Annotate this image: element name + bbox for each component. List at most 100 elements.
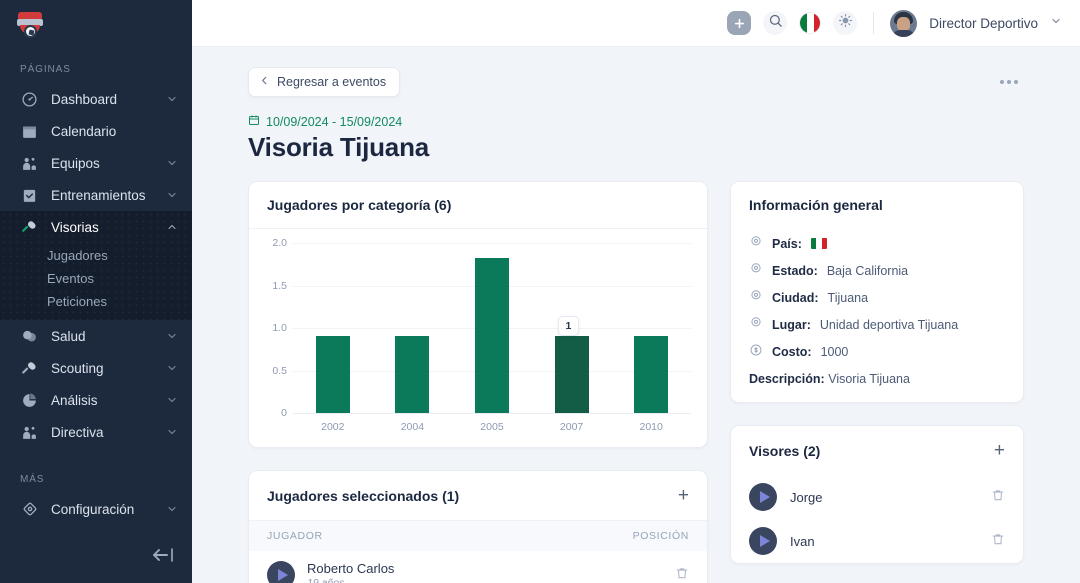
info-value-estado: Baja California (827, 264, 908, 278)
calendar-icon (248, 114, 260, 129)
sidebar-item-calendario[interactable]: Calendario (0, 115, 192, 147)
sidebar-group-entrenamientos: Entrenamientos (0, 179, 192, 211)
y-tick-label: 0.5 (272, 365, 287, 377)
x-tick-label: 2007 (532, 413, 612, 439)
chart-y-axis: 2.0 1.5 1.0 0.5 0 (259, 243, 291, 413)
players-card-title: Jugadores seleccionados (1) (267, 488, 459, 504)
user-name[interactable]: Director Deportivo (929, 16, 1038, 31)
back-row: Regresar a eventos (248, 47, 1024, 97)
info-row-lugar: Lugar: Unidad deportiva Tijuana (749, 311, 1005, 338)
player-name: Roberto Carlos (307, 561, 394, 576)
chevron-down-icon[interactable] (166, 93, 178, 105)
logo-wrapper[interactable] (0, 0, 192, 52)
sidebar: PÁGINAS Dashboard Calendario (0, 0, 192, 583)
sidebar-item-salud[interactable]: Salud (0, 320, 192, 352)
sidebar-item-label: Salud (51, 329, 166, 344)
sidebar-item-label: Directiva (51, 425, 166, 440)
sidebar-item-visorias[interactable]: Visorias (0, 211, 192, 243)
delete-icon[interactable] (675, 566, 689, 583)
chevron-down-icon[interactable] (166, 503, 178, 515)
sidebar-item-configuracion[interactable]: Configuración (0, 493, 192, 525)
list-item[interactable]: Jorge (731, 475, 1023, 519)
chevron-down-icon[interactable] (166, 330, 178, 342)
people-icon (20, 423, 39, 442)
bar-2004[interactable] (395, 336, 429, 413)
sidebar-item-eventos[interactable]: Eventos (0, 267, 192, 290)
app-root: PÁGINAS Dashboard Calendario (0, 0, 1080, 583)
back-to-events-button[interactable]: Regresar a eventos (248, 67, 400, 97)
collapse-sidebar-button[interactable] (150, 545, 176, 565)
bar-slot-2002[interactable] (293, 243, 373, 413)
add-viewer-button[interactable]: + (994, 441, 1005, 460)
bar-2010[interactable] (634, 336, 668, 413)
column-header-posicion: POSICIÓN (633, 530, 689, 542)
whistle-icon (20, 218, 39, 237)
list-item[interactable]: Ivan (731, 519, 1023, 563)
player-avatar (267, 561, 295, 583)
sidebar-item-directiva[interactable]: Directiva (0, 416, 192, 448)
mexico-flag-red (814, 13, 821, 33)
column-header-jugador: JUGADOR (267, 530, 323, 542)
back-button-label: Regresar a eventos (277, 75, 386, 89)
chevron-down-icon[interactable] (166, 157, 178, 169)
chevron-up-icon[interactable] (166, 221, 178, 233)
chevron-down-icon[interactable] (1050, 14, 1062, 32)
club-crest-logo (16, 11, 44, 41)
delete-icon[interactable] (991, 532, 1005, 551)
sidebar-item-equipos[interactable]: Equipos (0, 147, 192, 179)
calendar-icon (20, 122, 39, 141)
more-options-button[interactable] (994, 74, 1024, 90)
language-flag-button[interactable] (799, 12, 821, 34)
theme-toggle-button[interactable] (833, 11, 857, 35)
chevron-down-icon[interactable] (166, 189, 178, 201)
info-label-pais: País: (772, 237, 802, 251)
main-area: Director Deportivo Regresar a eventos (192, 0, 1080, 583)
bar-2002[interactable] (316, 336, 350, 413)
info-row-pais: País: (749, 230, 1005, 257)
sidebar-item-dashboard[interactable]: Dashboard (0, 83, 192, 115)
map-pin-icon (749, 289, 763, 306)
bar-slot-2005[interactable] (452, 243, 532, 413)
players-card-header: Jugadores seleccionados (1) + (249, 471, 707, 521)
viewer-name: Jorge (790, 490, 823, 505)
info-card-header: Información general (731, 182, 1023, 228)
sidebar-item-peticiones[interactable]: Peticiones (0, 290, 192, 313)
sidebar-item-scouting[interactable]: Scouting (0, 352, 192, 384)
bar-2005[interactable] (475, 258, 509, 413)
sidebar-item-analisis[interactable]: Análisis (0, 384, 192, 416)
viewers-card-header: Visores (2) + (731, 426, 1023, 475)
add-button[interactable] (727, 11, 751, 35)
chart-body: 2.0 1.5 1.0 0.5 0 1 20022004200520072010 (249, 229, 707, 447)
sidebar-item-jugadores[interactable]: Jugadores (0, 244, 192, 267)
sidebar-submenu-visorias: Jugadores Eventos Peticiones (0, 243, 192, 320)
mexico-flag-white (807, 13, 814, 33)
chevron-down-icon[interactable] (166, 426, 178, 438)
bar-slot-2010[interactable] (611, 243, 691, 413)
y-tick-label: 2.0 (272, 237, 287, 249)
search-button[interactable] (763, 11, 787, 35)
delete-icon[interactable] (991, 488, 1005, 507)
team-icon (20, 154, 39, 173)
sidebar-section-more: MÁS (0, 448, 192, 493)
add-player-button[interactable]: + (678, 486, 689, 505)
chart-card-header: Jugadores por categoría (6) (249, 182, 707, 229)
avatar[interactable] (890, 10, 917, 37)
viewers-card-title: Visores (2) (749, 443, 820, 459)
sidebar-item-entrenamientos[interactable]: Entrenamientos (0, 179, 192, 211)
map-pin-icon (749, 316, 763, 333)
bar-slot-2007[interactable]: 1 (532, 243, 612, 413)
info-row-descripcion: Descripción: Visoria Tijuana (749, 365, 1005, 386)
bar-2007[interactable] (555, 336, 589, 413)
right-column: Información general País: (730, 181, 1024, 564)
chevron-down-icon[interactable] (166, 362, 178, 374)
bar-slot-2004[interactable] (373, 243, 453, 413)
sidebar-group-visorias: Visorias Jugadores Eventos Peticiones (0, 211, 192, 320)
x-tick-label: 2004 (373, 413, 453, 439)
page-title: Visoria Tijuana (248, 132, 1024, 163)
dashboard-icon (20, 90, 39, 109)
info-label-descripcion: Descripción: (749, 372, 825, 386)
table-row[interactable]: Roberto Carlos 19 años (249, 551, 707, 583)
info-row-ciudad: Ciudad: Tijuana (749, 284, 1005, 311)
chart-x-axis: 20022004200520072010 (293, 413, 691, 439)
chevron-down-icon[interactable] (166, 394, 178, 406)
